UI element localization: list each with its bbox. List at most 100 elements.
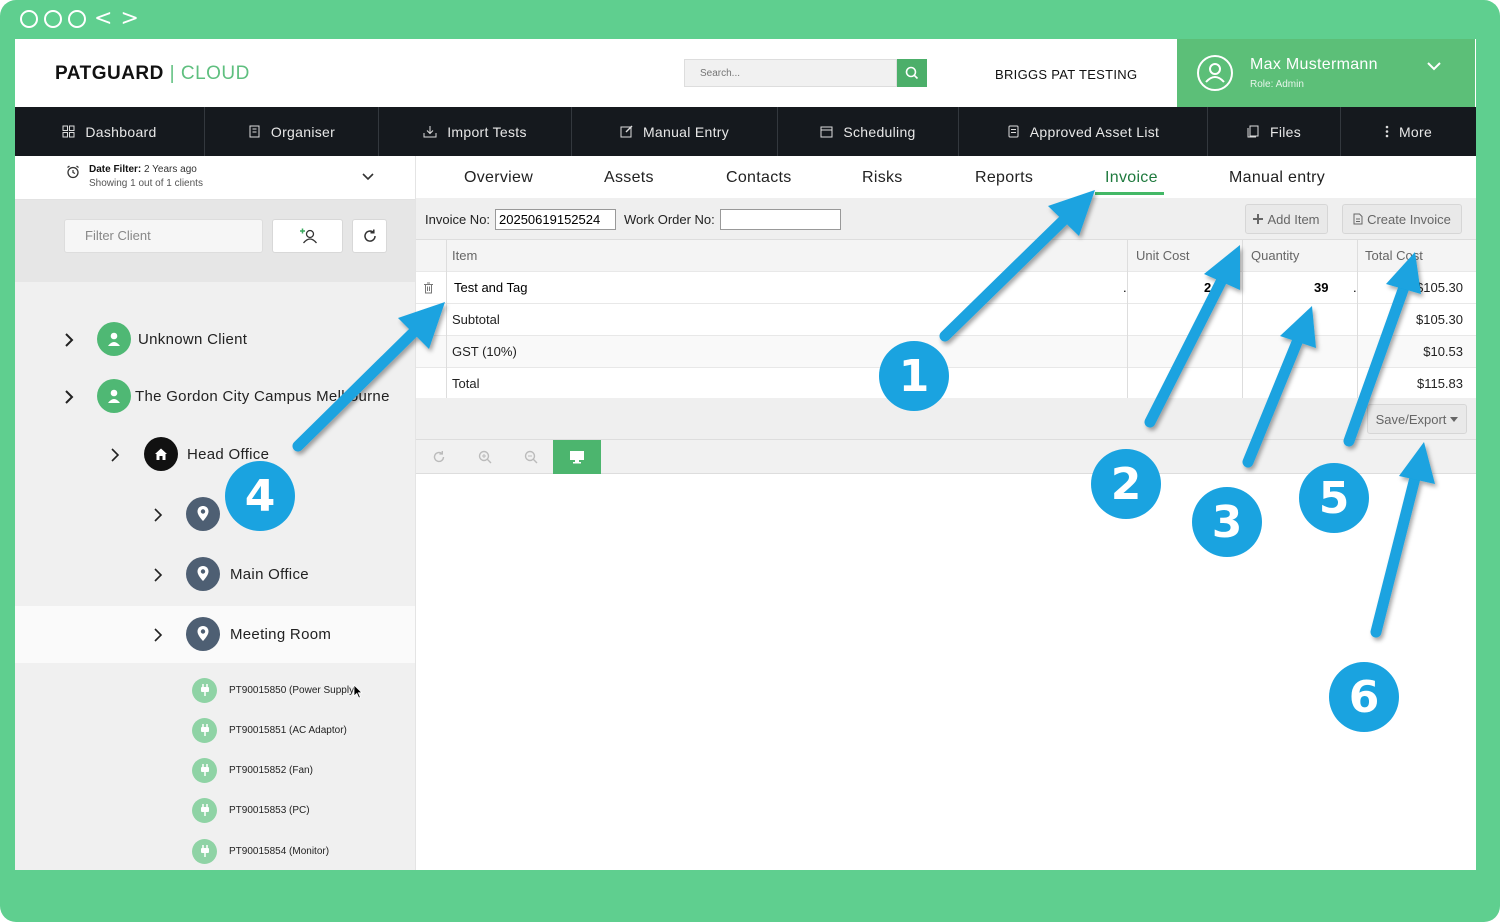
asset-item[interactable]: PT90015853 (PC) [192,797,310,823]
tree-client-campus[interactable]: The Gordon City Campus Melbourne [15,368,415,425]
tree-client-unknown[interactable]: Unknown Client [15,311,415,368]
asset-item[interactable]: PT90015852 (Fan) [192,757,313,783]
search-input[interactable] [684,59,897,87]
save-export-button[interactable]: Save/Export [1367,404,1467,434]
invoice-no-field[interactable]: 20250619152524 [495,209,616,230]
date-filter-value: 2 Years ago [141,164,197,175]
col-unit-cost[interactable]: Unit Cost [1136,240,1189,272]
calendar-icon [820,126,833,138]
asset-item[interactable]: PT90015850 (Power Supply) [192,677,357,703]
nav-approved-asset-list-label: Approved Asset List [1029,123,1160,140]
tree-location-meeting-room[interactable]: Meeting Room [15,606,415,663]
building-icon [249,125,260,138]
zoom-in-button[interactable] [462,440,508,474]
work-order-field[interactable] [720,209,841,230]
chevron-down-icon[interactable] [361,170,375,184]
reload-preview-button[interactable] [416,440,462,474]
add-user-icon [299,228,317,244]
grid-divider [1127,240,1128,398]
window-maximize-button[interactable] [68,10,86,28]
asset-label: PT90015854 (Monitor) [229,845,330,857]
col-quantity[interactable]: Quantity [1251,240,1299,272]
nav-dashboard[interactable]: Dashboard [15,107,205,156]
asset-item[interactable]: PT90015854 (Monitor) [192,838,329,864]
nav-scheduling[interactable]: Scheduling [778,107,959,156]
client-filter-bar: Filter Client [15,200,415,282]
create-invoice-button[interactable]: Create Invoice [1342,204,1462,234]
nav-import-tests[interactable]: Import Tests [379,107,572,156]
grid-divider [1242,240,1243,398]
search-box [684,59,927,87]
asset-item[interactable]: PT90015851 (AC Adaptor) [192,717,347,743]
forward-icon[interactable]: > [120,8,138,30]
alarm-clock-icon [67,165,79,179]
grid-divider [1357,240,1358,398]
zoom-out-button[interactable] [508,440,554,474]
edit-icon [620,125,633,138]
user-menu[interactable]: Max Mustermann Role: Admin [1177,39,1475,107]
add-client-button[interactable] [272,219,343,253]
tab-overview[interactable]: Overview [464,169,533,187]
chevron-right-icon[interactable] [152,507,164,523]
trash-icon[interactable] [423,282,434,294]
mouse-cursor-icon [353,684,363,699]
logo[interactable]: PATGUARD | CLOUD [55,63,250,85]
row-item[interactable]: Test and Tag [454,272,527,304]
row-quantity[interactable]: 39 [1314,272,1328,304]
zoom-out-icon [524,450,538,464]
callout-badge-1: 1 [879,341,949,411]
nav-manual-entry[interactable]: Manual Entry [572,107,778,156]
chevron-right-icon[interactable] [109,447,121,463]
table-row[interactable]: Test and Tag . 2. 39 . $105.30 [416,272,1476,304]
asset-label: PT90015851 (AC Adaptor) [229,724,347,736]
window-close-button[interactable] [20,10,38,28]
tab-risks[interactable]: Risks [862,169,903,187]
row-unit-cost[interactable]: 2. [1204,272,1215,304]
tree-site-head-office[interactable]: Head Office [15,426,415,483]
tab-assets[interactable]: Assets [604,169,654,187]
nav-more[interactable]: More [1341,107,1476,156]
tab-contacts[interactable]: Contacts [726,169,792,187]
nav-files[interactable]: Files [1208,107,1341,156]
logo-pat: PAT [55,63,92,84]
tab-invoice[interactable]: Invoice [1105,169,1158,187]
gst-value: $10.53 [1423,344,1463,359]
main-nav: Dashboard Organiser Import Tests Manual … [15,107,1476,156]
add-item-button[interactable]: Add Item [1245,204,1328,234]
search-button[interactable] [897,59,927,87]
chevron-right-icon[interactable] [63,332,75,348]
chevron-right-icon[interactable] [63,389,75,405]
tree-location-hidden[interactable] [15,486,415,543]
logo-sep: | [163,63,181,84]
col-item[interactable]: Item [452,240,477,272]
window-minimize-button[interactable] [44,10,62,28]
nav-organiser-label: Organiser [270,123,336,140]
callout-badge-6: 6 [1329,662,1399,732]
preview-screen-button[interactable] [553,440,601,474]
tree-label: The Gordon City Campus Melbourne [135,388,390,405]
filter-client-input[interactable]: Filter Client [64,219,263,253]
asset-label: PT90015853 (PC) [229,804,310,816]
create-invoice-label: Create Invoice [1367,211,1451,227]
work-order-label: Work Order No: [624,212,715,227]
gst-label: GST (10%) [452,344,517,359]
nav-approved-asset-list[interactable]: Approved Asset List [959,107,1208,156]
tab-manual-entry[interactable]: Manual entry [1229,169,1325,187]
nav-organiser[interactable]: Organiser [205,107,379,156]
plug-icon [192,797,217,823]
nav-more-label: More [1398,123,1433,140]
back-icon[interactable]: < [94,8,112,30]
asset-label: PT90015852 (Fan) [229,764,313,776]
chevron-right-icon[interactable] [152,627,164,643]
refresh-button[interactable] [352,219,387,253]
col-total-cost[interactable]: Total Cost [1365,240,1423,272]
tree-location-main-office[interactable]: Main Office [15,546,415,603]
grid-header: Item Unit Cost Quantity Total Cost [416,240,1476,272]
files-icon [1247,125,1259,138]
chevron-right-icon[interactable] [152,567,164,583]
date-filter[interactable]: Date Filter: 2 Years ago Showing 1 out o… [15,156,415,200]
tab-reports[interactable]: Reports [975,169,1033,187]
home-icon [144,437,178,471]
chevron-down-icon[interactable] [1425,57,1443,75]
list-icon [1008,125,1019,138]
